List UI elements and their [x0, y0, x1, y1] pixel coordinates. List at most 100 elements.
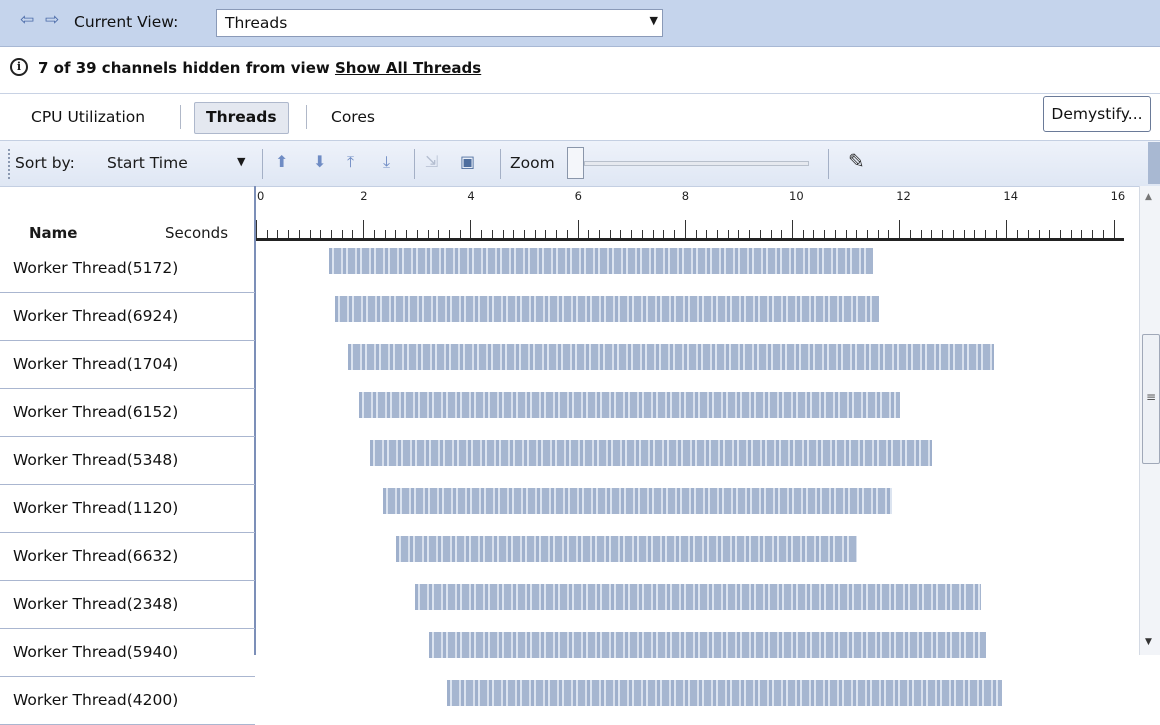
ruler-tick [1038, 230, 1040, 238]
ruler-tick [384, 230, 386, 238]
export-icon[interactable]: ⇲ [425, 152, 438, 171]
save-icon[interactable]: ▣ [460, 152, 475, 171]
tab-threads[interactable]: Threads [194, 102, 289, 134]
toolbar-separator [262, 149, 263, 179]
chevron-down-icon[interactable]: ▼ [237, 155, 245, 168]
ruler-tick [331, 230, 333, 238]
ruler-tick [920, 230, 922, 238]
toolbar-grip[interactable] [8, 149, 12, 179]
ruler-tick [341, 230, 343, 238]
info-text: 7 of 39 channels hidden from view Show A… [38, 59, 481, 77]
thread-row[interactable]: Worker Thread(5172) [0, 245, 255, 293]
sort-by-label: Sort by: [15, 154, 75, 172]
ruler-tick [352, 230, 354, 238]
thread-activity-bar[interactable] [428, 632, 986, 658]
thread-activity-bar[interactable] [447, 680, 1003, 706]
ruler-tick [834, 230, 836, 238]
ruler-tick [416, 230, 418, 238]
arrow-left-icon[interactable]: ⇦ [20, 10, 34, 30]
zoom-slider-thumb[interactable] [567, 147, 584, 179]
thread-name: Worker Thread(1120) [13, 499, 179, 517]
thread-activity-bar[interactable] [334, 296, 879, 322]
ruler-tick [470, 220, 472, 238]
sort-by-dropdown[interactable]: Start Time [107, 154, 188, 172]
thread-row[interactable]: Worker Thread(4200) [0, 677, 255, 725]
time-ruler: 0 2 4 6 8 10 12 14 16 [256, 186, 1126, 242]
thread-row[interactable]: Worker Thread(6632) [0, 533, 255, 581]
ruler-tick [309, 230, 311, 238]
ruler-tick-label: 12 [896, 189, 911, 203]
pen-icon[interactable]: ✎ [848, 149, 865, 173]
ruler-tick-label: 6 [574, 189, 582, 203]
move-down-icon[interactable]: ⬇ [313, 152, 326, 171]
thread-row[interactable]: Worker Thread(5348) [0, 437, 255, 485]
thread-activity-bar[interactable] [358, 392, 901, 418]
ruler-tick [856, 230, 858, 238]
ruler-tick [738, 230, 740, 238]
thread-name: Worker Thread(5172) [13, 259, 179, 277]
move-up-icon[interactable]: ⬆ [275, 152, 288, 171]
thread-activity-bar[interactable] [396, 536, 858, 562]
thread-row[interactable]: Worker Thread(2348) [0, 581, 255, 629]
ruler-tick-label: 14 [1003, 189, 1019, 203]
current-view-dropdown[interactable]: Threads ▼ [216, 9, 663, 37]
tab-cores[interactable]: Cores [320, 102, 386, 132]
ruler-tick [256, 220, 257, 238]
thread-activity-bar[interactable] [369, 440, 933, 466]
ruler-tick [888, 230, 890, 238]
ruler-tick [1081, 230, 1083, 238]
ruler-tick [1113, 220, 1115, 238]
thread-row[interactable]: Worker Thread(6924) [0, 293, 255, 341]
ruler-tick [877, 230, 879, 238]
ruler-tick [513, 230, 515, 238]
ruler-tick-label: 10 [789, 189, 804, 203]
thread-row[interactable]: Worker Thread(1704) [0, 341, 255, 389]
thread-row[interactable]: Worker Thread(5940) [0, 629, 255, 677]
demystify-button[interactable]: Demystify... [1043, 96, 1151, 132]
thread-row[interactable]: Worker Thread(6152) [0, 389, 255, 437]
ruler-tick-label: 2 [360, 189, 368, 203]
arrow-right-icon[interactable]: ⇨ [45, 10, 59, 30]
ruler-tick [599, 230, 601, 238]
move-top-icon[interactable]: ⤒ [347, 152, 354, 172]
tab-bar: CPU Utilization Threads Cores Demystify.… [0, 94, 1160, 140]
ruler-tick [556, 230, 558, 238]
thread-activity-bar[interactable] [415, 584, 981, 610]
ruler-tick [1092, 230, 1094, 238]
ruler-tick [266, 230, 268, 238]
ruler-tick [995, 230, 997, 238]
scroll-up-icon[interactable]: ▲ [1145, 192, 1152, 202]
vertical-scrollbar[interactable]: ▲ ≡ ▼ [1139, 186, 1160, 655]
ruler-tick [1027, 230, 1029, 238]
ruler-tick [577, 220, 579, 238]
ruler-tick [867, 230, 869, 238]
toolbar-overflow-button[interactable] [1148, 142, 1160, 184]
ruler-tick [298, 230, 300, 238]
hidden-channels-text: 7 of 39 channels hidden from view [38, 59, 330, 77]
ruler-tick [899, 220, 901, 238]
ruler-tick [427, 230, 429, 238]
thread-activity-bar[interactable] [329, 248, 874, 274]
thread-activity-bar[interactable] [348, 344, 994, 370]
thread-name: Worker Thread(5348) [13, 451, 179, 469]
ruler-tick [813, 230, 815, 238]
show-all-threads-link[interactable]: Show All Threads [335, 59, 481, 77]
toolbar-separator [500, 149, 501, 179]
scroll-down-icon[interactable]: ▼ [1145, 637, 1152, 647]
ruler-tick-label: 8 [681, 189, 690, 203]
thread-activity-bar[interactable] [382, 488, 893, 514]
current-view-value: Threads [225, 14, 288, 32]
view-selector-bar: ⇦ ⇨ Current View: Threads ▼ [0, 0, 1160, 47]
ruler-tick [1049, 230, 1051, 238]
move-bottom-icon[interactable]: ⤓ [383, 152, 390, 172]
ruler-tick [1070, 230, 1072, 238]
ruler-tick [792, 220, 793, 238]
scrollbar-thumb[interactable]: ≡ [1142, 334, 1160, 464]
ruler-tick-label: 16 [1110, 189, 1126, 203]
ruler-tick [684, 220, 686, 238]
thread-row[interactable]: Worker Thread(1120) [0, 485, 255, 533]
tab-cpu-utilization[interactable]: CPU Utilization [20, 102, 156, 132]
zoom-slider-track[interactable] [584, 161, 809, 166]
ruler-tick [545, 230, 547, 238]
ruler-tick [674, 230, 676, 238]
